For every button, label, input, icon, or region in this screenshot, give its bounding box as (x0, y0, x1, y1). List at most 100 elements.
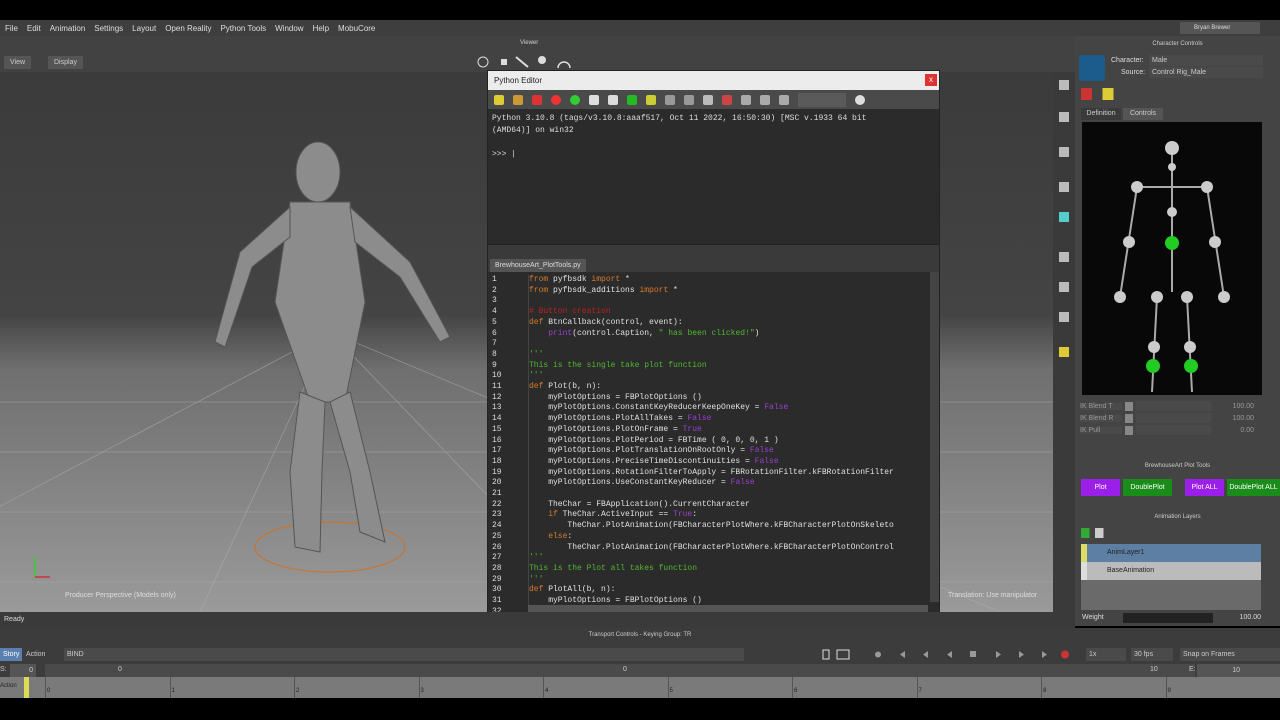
run-icon[interactable] (627, 94, 637, 105)
layer-animlayer1[interactable]: AnimLayer1 (1081, 544, 1261, 562)
comment-icon[interactable] (684, 94, 694, 105)
code-line[interactable]: ​ TheChar.PlotAnimation(FBCharacterPlotW… (529, 521, 893, 532)
find-icon[interactable] (703, 94, 713, 105)
character-control-rig-view[interactable] (1082, 122, 1262, 395)
code-line[interactable]: ​ if TheChar.ActiveInput == True: (529, 510, 894, 521)
slider-value[interactable]: 0.00 (1214, 427, 1254, 434)
menu-settings[interactable]: Settings (94, 24, 123, 33)
python-editor-titlebar[interactable]: Python Editor x (488, 71, 939, 90)
viewer-navigation-icons[interactable] (476, 54, 576, 70)
code-line[interactable]: ​ myPlotOptions = FBPlotOptions () (529, 393, 894, 404)
code-line[interactable]: ​This is the single take plot function (529, 361, 894, 372)
code-line[interactable]: ​ else: (529, 532, 894, 543)
menu-layout[interactable]: Layout (132, 24, 156, 33)
code-line[interactable]: ​ myPlotOptions.PlotAllTakes = False (529, 414, 894, 425)
layer-toolbar-icons[interactable] (1081, 528, 1151, 538)
save-icon[interactable] (589, 94, 599, 105)
slider-track[interactable] (1136, 413, 1211, 423)
slider-value[interactable]: 100.00 (1214, 403, 1254, 410)
ik-slider-row[interactable]: IK Blend R 100.00 (1080, 412, 1270, 424)
playhead[interactable] (24, 677, 29, 698)
doubleplot-button[interactable]: DoublePlot (1123, 479, 1172, 496)
code-line[interactable]: ​''' (529, 575, 894, 586)
code-line[interactable]: ​This is the Plot all takes function (529, 564, 894, 575)
weight-slider[interactable] (1123, 613, 1213, 623)
code-line[interactable]: ​def PlotAll(b, n): (529, 585, 894, 596)
source-select[interactable]: Control Rig_Male (1149, 67, 1263, 78)
code-line[interactable]: ​''' (529, 350, 894, 361)
end-frame-input[interactable]: 10 (1197, 664, 1280, 677)
vertical-scrollbar[interactable] (930, 272, 939, 602)
weight-value[interactable]: 100.00 (1215, 614, 1261, 621)
record-icon[interactable] (570, 94, 580, 105)
viewer-tool-column[interactable] (1053, 72, 1075, 612)
code-line[interactable]: ​ myPlotOptions.ConstantKeyReducerKeepOn… (529, 403, 894, 414)
code-line[interactable]: ​ TheChar = FBApplication().CurrentChara… (529, 500, 894, 511)
plot-all-button[interactable]: Plot ALL (1185, 479, 1224, 496)
tab-plottools-script[interactable]: BrewhouseArt_PlotTools.py (490, 259, 586, 273)
fps-select[interactable]: 30 fps (1131, 648, 1173, 661)
code-line[interactable]: ​def Plot(b, n): (529, 382, 894, 393)
view-menu-button[interactable]: View (4, 56, 32, 69)
code-line[interactable]: ​from pyfbsdk_additions import * (529, 286, 894, 297)
code-line[interactable]: ​ myPlotOptions.PlotOnFrame = True (529, 425, 894, 436)
code-line[interactable]: ​''' (529, 553, 894, 564)
menu-python-tools[interactable]: Python Tools (220, 24, 266, 33)
code-editor[interactable]: 1 2 3 4 5 6 7 8 9 10 11 12 13 14 15 16 17 18 19 20 21 22 23 24 2… (488, 272, 939, 620)
tool-icons[interactable] (1053, 72, 1075, 372)
key-button[interactable] (1125, 425, 1133, 435)
plot-button[interactable]: Plot (1081, 479, 1120, 496)
speed-select[interactable]: 1x (1086, 648, 1126, 661)
settings-icon[interactable] (760, 94, 770, 105)
code-line[interactable]: ​ TheChar.PlotAnimation(FBCharacterPlotW… (529, 543, 893, 554)
search-input[interactable] (798, 92, 846, 107)
code-line[interactable]: ​ myPlotOptions.PlotPeriod = FBTime ( 0,… (529, 436, 894, 447)
playback-buttons[interactable] (820, 648, 1070, 661)
code-line[interactable]: ​ (529, 296, 894, 307)
execute-icon[interactable] (494, 94, 504, 105)
layer-baseanimation[interactable]: BaseAnimation (1081, 562, 1261, 580)
action-mode-select[interactable]: Action (23, 648, 63, 661)
bind-select[interactable]: BIND (64, 648, 744, 661)
code-line[interactable]: ​ myPlotOptions.PreciseTimeDiscontinuiti… (529, 457, 894, 468)
story-button[interactable]: Story (0, 648, 22, 661)
menu-file[interactable]: File (5, 24, 18, 33)
display-menu-button[interactable]: Display (48, 56, 83, 69)
character-select[interactable]: Male (1149, 55, 1263, 66)
ik-slider-row[interactable]: IK Pull 0.00 (1080, 424, 1270, 436)
character-icon[interactable] (1079, 55, 1105, 81)
tab-controls[interactable]: Controls (1123, 108, 1163, 120)
time-slider[interactable] (45, 664, 1195, 677)
menu-mobucore[interactable]: MobuCore (338, 24, 375, 33)
slider-track[interactable] (1136, 425, 1211, 435)
character-toolbar-icons[interactable] (1081, 88, 1261, 100)
clear-icon[interactable] (722, 94, 732, 105)
save-as-icon[interactable] (608, 94, 618, 105)
slider-track[interactable] (1136, 401, 1211, 411)
snap-select[interactable]: Snap on Frames (1180, 648, 1280, 661)
menu-animation[interactable]: Animation (50, 24, 86, 33)
code-line[interactable]: ​ myPlotOptions.UseConstantKeyReducer = … (529, 478, 894, 489)
menu-window[interactable]: Window (275, 24, 303, 33)
key-button[interactable] (1125, 413, 1133, 423)
python-console[interactable]: Python 3.10.8 (tags/v3.10.8:aaaf517, Oct… (488, 109, 939, 244)
code-line[interactable]: ​ myPlotOptions.PlotTranslationOnRootOnl… (529, 446, 894, 457)
menu-edit[interactable]: Edit (27, 24, 41, 33)
menu-help[interactable]: Help (313, 24, 329, 33)
close-tab-icon[interactable] (532, 94, 542, 105)
stop-icon[interactable] (551, 94, 561, 105)
code-line[interactable]: ​# Button creation (529, 307, 894, 318)
user-account-button[interactable]: Bryan Brewer (1180, 22, 1260, 34)
reload-icon[interactable] (741, 94, 751, 105)
ik-slider-row[interactable]: IK Blend T 100.00 (1080, 400, 1270, 412)
run-selection-icon[interactable] (646, 94, 656, 105)
code-line[interactable]: ​ myPlotOptions.RotationFilterToApply = … (529, 468, 894, 479)
open-folder-icon[interactable] (513, 94, 523, 105)
key-button[interactable] (1125, 401, 1133, 411)
code-line[interactable]: ​ (529, 339, 894, 350)
code-lines[interactable]: ​from pyfbsdk import *​from pyfbsdk_addi… (528, 275, 894, 618)
menu-open-reality[interactable]: Open Reality (165, 24, 211, 33)
search-icon[interactable] (855, 94, 865, 105)
layout-icon[interactable] (779, 94, 789, 105)
code-line[interactable]: ​from pyfbsdk import * (529, 275, 894, 286)
